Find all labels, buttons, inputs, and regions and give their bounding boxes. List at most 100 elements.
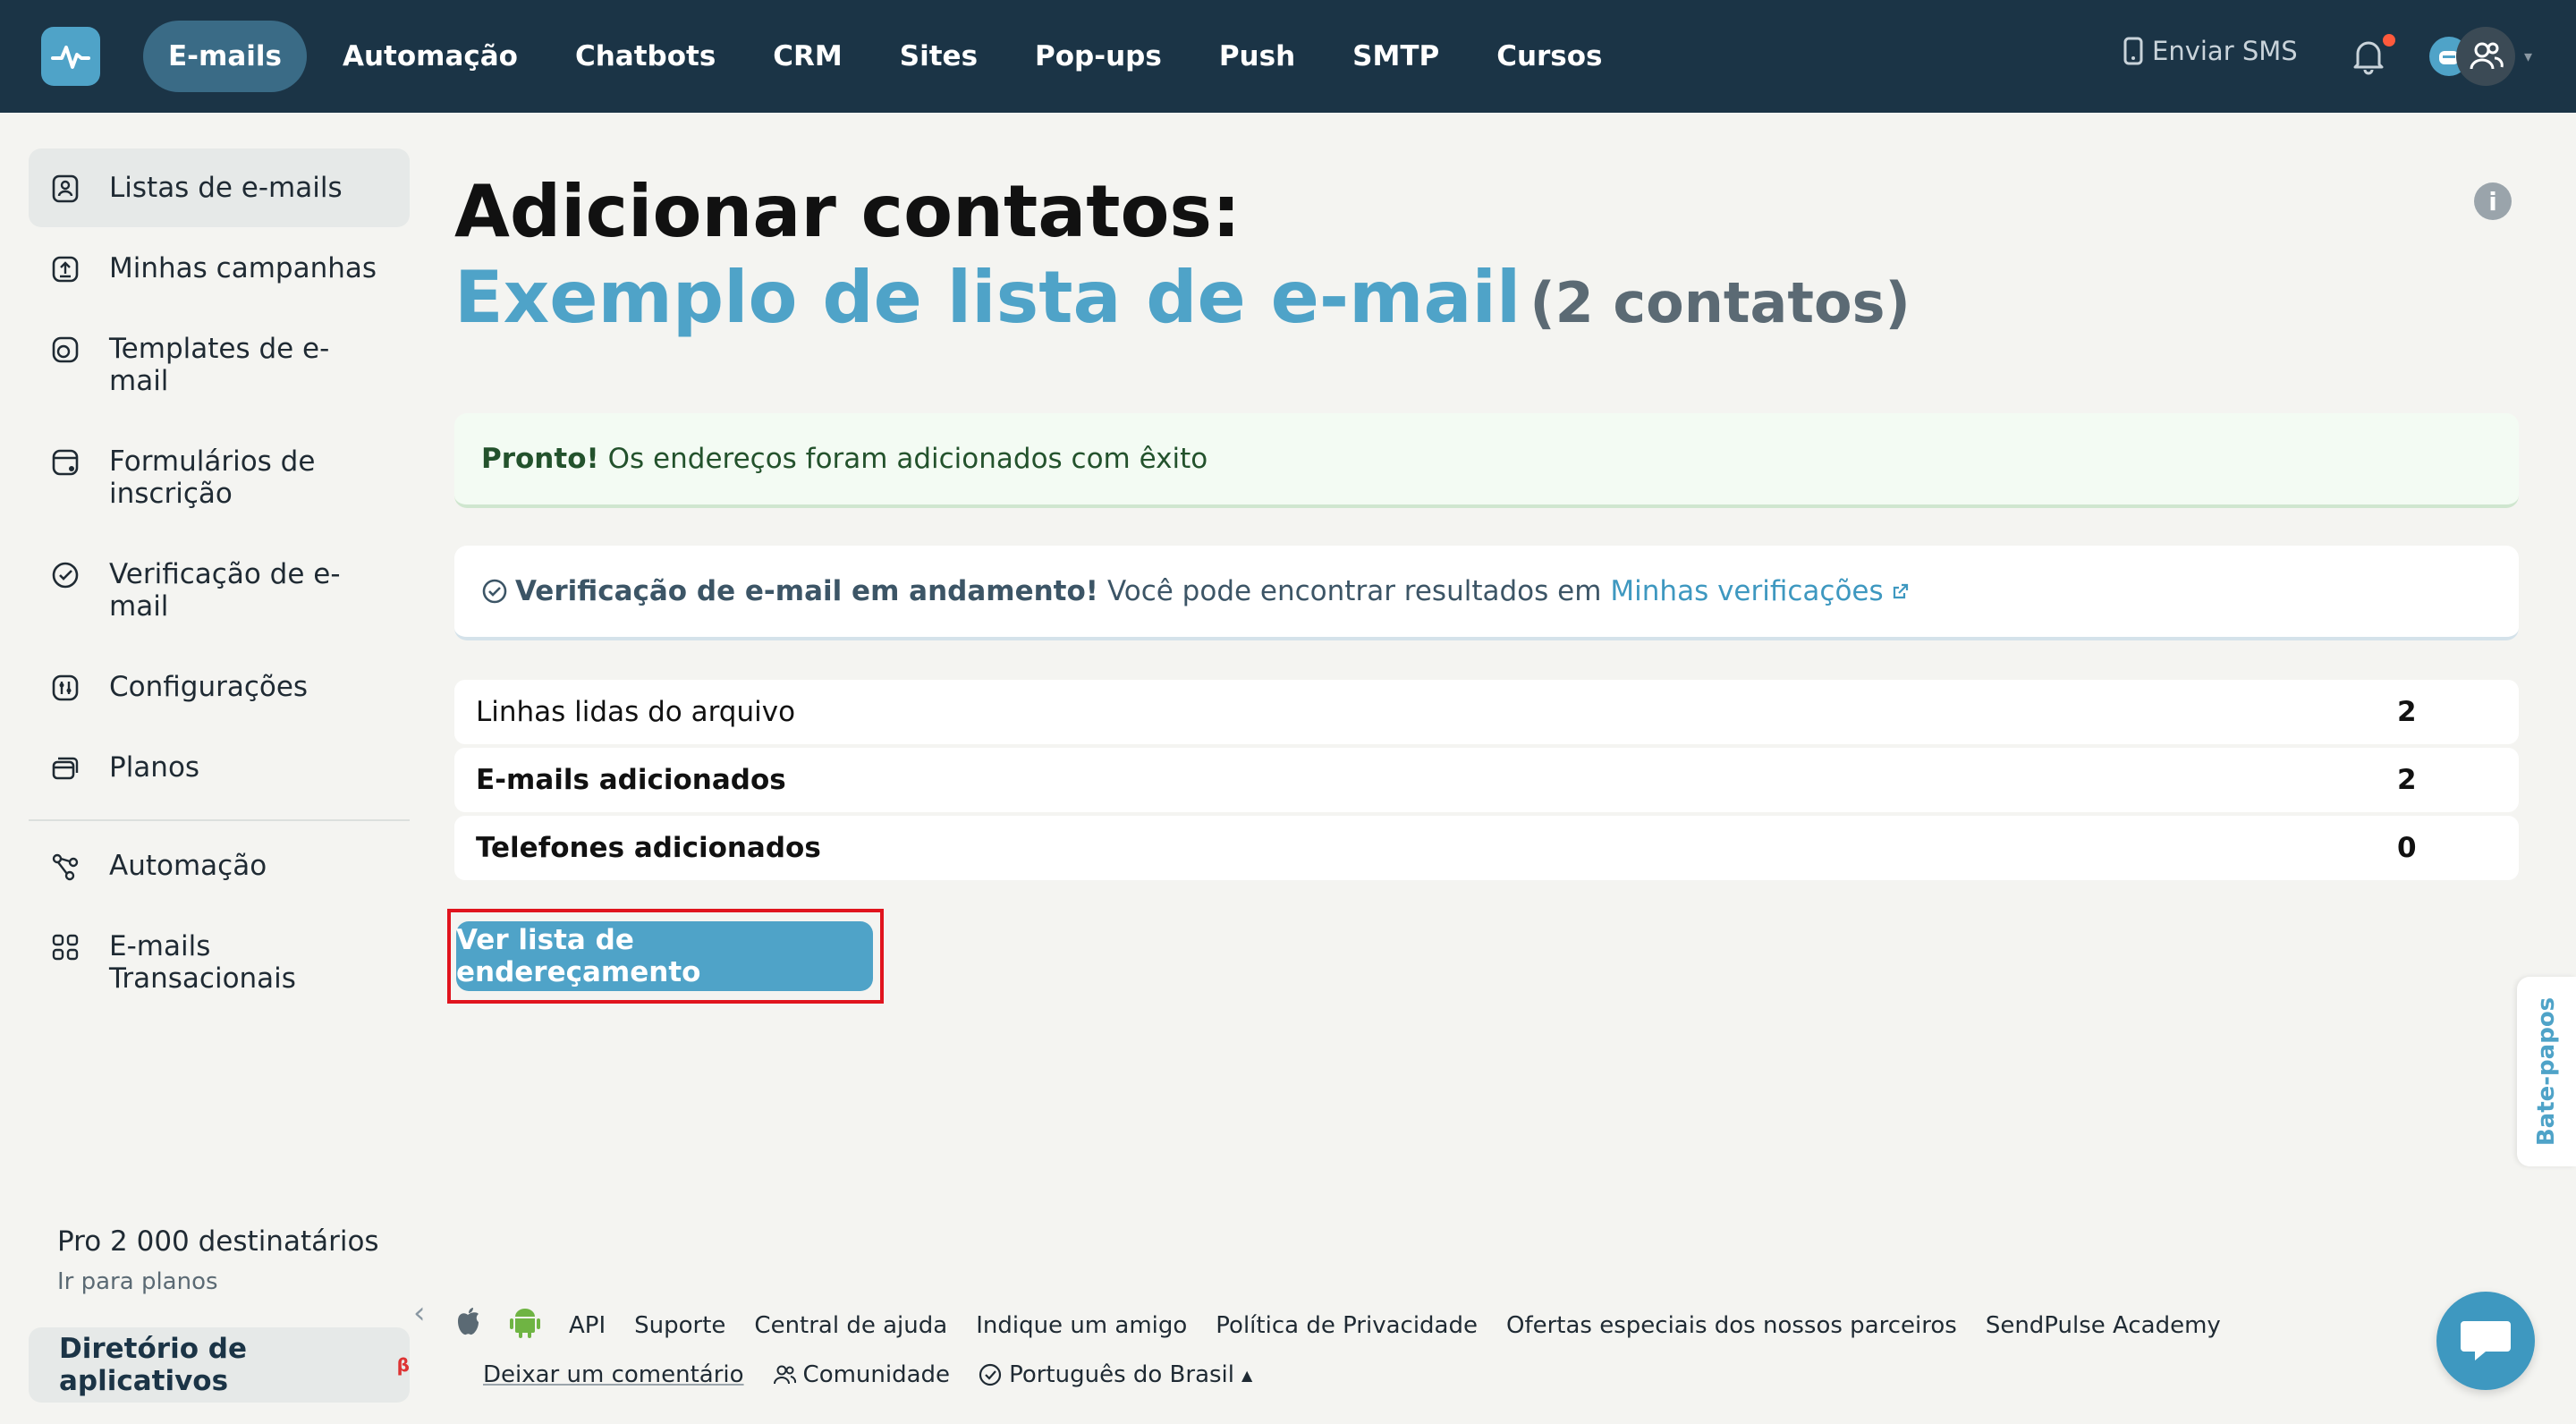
plans-link[interactable]: Ir para planos [57, 1268, 379, 1295]
bell-icon[interactable] [2351, 36, 2386, 79]
grid-icon [52, 934, 79, 961]
sidebar-item-forms[interactable]: Formulários de inscrição [29, 422, 410, 533]
footer-link-api[interactable]: API [569, 1312, 606, 1339]
page-title: Adicionar contatos: [454, 170, 1241, 253]
verification-alert: Verificação de e-mail em andamento! Você… [454, 546, 2519, 640]
check-circle-icon [52, 562, 79, 589]
nav-chatbots[interactable]: Chatbots [547, 21, 744, 92]
stat-value: 0 [2397, 832, 2417, 864]
sidebar: Listas de e-mails Minhas campanhas Templ… [29, 148, 410, 1020]
template-icon [52, 336, 79, 363]
sidebar-item-label: Minhas campanhas [109, 252, 377, 284]
sidebar-item-settings[interactable]: Configurações [29, 648, 410, 726]
collapse-sidebar-icon[interactable]: ‹ [413, 1295, 426, 1331]
globe-check-icon [979, 1363, 1002, 1386]
apple-icon[interactable] [454, 1307, 481, 1343]
send-sms-link[interactable]: Enviar SMS [2123, 36, 2298, 66]
table-row: Telefones adicionados 0 [454, 816, 2519, 880]
footer-secondary: Deixar um comentário Comunidade Portuguê… [483, 1361, 1281, 1388]
sidebar-item-campaigns[interactable]: Minhas campanhas [29, 229, 410, 308]
plan-title: Pro 2 000 destinatários [57, 1225, 379, 1258]
footer-links: API Suporte Central de ajuda Indique um … [454, 1306, 2250, 1344]
app-directory-button[interactable]: Diretório de aplicativos β [29, 1327, 410, 1403]
stat-label: E-mails adicionados [476, 764, 786, 796]
account-menu[interactable]: ▾ [2429, 27, 2532, 86]
send-sms-label: Enviar SMS [2152, 36, 2298, 66]
sidebar-item-templates[interactable]: Templates de e-mail [29, 309, 410, 420]
my-verifications-link[interactable]: Minhas verificações [1610, 575, 1883, 607]
check-circle-icon [482, 579, 507, 604]
automation-icon [52, 853, 79, 881]
nav-emails[interactable]: E-mails [143, 21, 307, 92]
phone-icon [2123, 37, 2143, 65]
contact-count: (2 contatos) [1530, 270, 1911, 335]
community-label: Comunidade [802, 1361, 951, 1388]
nav-crm[interactable]: CRM [744, 21, 870, 92]
footer-link-partner-offers[interactable]: Ofertas especiais dos nossos parceiros [1506, 1312, 1957, 1339]
sidebar-item-label: Formulários de inscrição [109, 445, 316, 510]
users-avatar-icon [2456, 27, 2515, 86]
sidebar-item-plans[interactable]: Planos [29, 728, 410, 807]
sidebar-item-label: Automação [109, 850, 267, 882]
card-icon [52, 757, 79, 780]
stat-value: 2 [2397, 764, 2417, 796]
nav-push[interactable]: Push [1191, 21, 1324, 92]
sidebar-item-label: Configurações [109, 671, 309, 703]
beta-badge: β [396, 1354, 410, 1376]
footer-link-refer-friend[interactable]: Indique um amigo [976, 1312, 1187, 1339]
chats-tab-label: Bate-papos [2533, 996, 2561, 1147]
view-mailing-list-button[interactable]: Ver lista de endereçamento [456, 921, 873, 991]
app-directory-label: Diretório de aplicativos [59, 1333, 248, 1397]
sidebar-item-transactional[interactable]: E-mails Transacionais [29, 907, 410, 1018]
stat-label: Telefones adicionados [476, 832, 821, 864]
sidebar-item-label: Templates de e-mail [109, 333, 330, 397]
external-link-icon [1893, 583, 1908, 599]
info-icon[interactable]: i [2474, 182, 2512, 220]
verification-alert-text: Você pode encontrar resultados em [1106, 575, 1602, 607]
chat-bubble-button[interactable] [2436, 1292, 2535, 1390]
leave-comment-link[interactable]: Deixar um comentário [483, 1361, 744, 1388]
table-row: Linhas lidas do arquivo 2 [454, 680, 2519, 744]
sidebar-item-email-lists[interactable]: Listas de e-mails [29, 148, 410, 227]
sidebar-divider [29, 819, 410, 821]
users-icon [773, 1365, 796, 1385]
chat-icon [2461, 1321, 2511, 1360]
nav-sites[interactable]: Sites [871, 21, 1006, 92]
form-icon [52, 449, 79, 476]
sidebar-item-automation[interactable]: Automação [29, 826, 410, 905]
language-label: Português do Brasil [1009, 1361, 1235, 1388]
settings-icon [52, 674, 79, 701]
success-alert-strong: Pronto! [481, 443, 599, 475]
contacts-list-icon [52, 174, 79, 203]
language-selector[interactable]: Português do Brasil ▲ [979, 1361, 1252, 1388]
chats-side-tab[interactable]: Bate-papos [2517, 977, 2576, 1166]
nav-automacao[interactable]: Automação [314, 21, 547, 92]
notification-dot [2383, 34, 2395, 47]
chevron-down-icon: ▾ [2524, 47, 2533, 66]
stat-label: Linhas lidas do arquivo [476, 696, 796, 728]
footer-link-privacy[interactable]: Política de Privacidade [1216, 1312, 1478, 1339]
stat-value: 2 [2397, 696, 2417, 728]
footer-link-academy[interactable]: SendPulse Academy [1986, 1312, 2221, 1339]
footer-link-support[interactable]: Suporte [634, 1312, 725, 1339]
plan-info: Pro 2 000 destinatários Ir para planos [57, 1225, 379, 1295]
caret-up-icon: ▲ [1241, 1366, 1253, 1384]
list-name-link[interactable]: Exemplo de lista de e-mail [454, 256, 1521, 339]
verification-alert-strong: Verificação de e-mail em andamento! [515, 575, 1098, 607]
nav-cursos[interactable]: Cursos [1468, 21, 1631, 92]
nav-smtp[interactable]: SMTP [1324, 21, 1468, 92]
success-alert-text: Os endereços foram adicionados com êxito [607, 443, 1208, 475]
sidebar-item-label: E-mails Transacionais [109, 930, 296, 995]
sendpulse-logo-icon[interactable] [41, 27, 100, 86]
sidebar-item-label: Planos [109, 751, 200, 784]
success-alert: Pronto! Os endereços foram adicionados c… [454, 413, 2519, 508]
nav-popups[interactable]: Pop-ups [1006, 21, 1191, 92]
table-row: E-mails adicionados 2 [454, 748, 2519, 812]
list-title: Exemplo de lista de e-mail (2 contatos) [454, 256, 1911, 339]
android-icon[interactable] [510, 1306, 540, 1344]
footer-link-help-center[interactable]: Central de ajuda [754, 1312, 947, 1339]
sidebar-item-verification[interactable]: Verificação de e-mail [29, 535, 410, 646]
campaign-upload-icon [52, 256, 79, 283]
community-link[interactable]: Comunidade [773, 1361, 951, 1388]
sidebar-item-label: Verificação de e-mail [109, 558, 341, 623]
